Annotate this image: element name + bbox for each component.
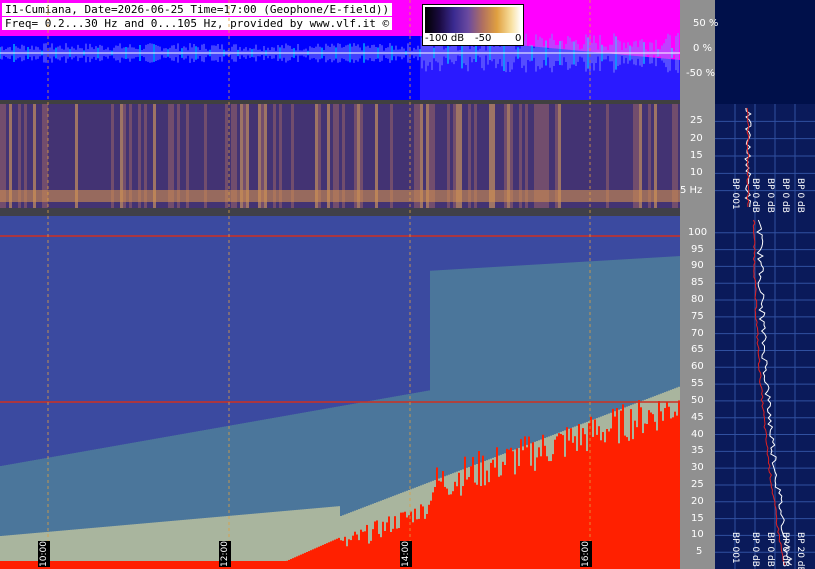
low-y-tick: 15 (690, 150, 703, 161)
high-y-tick: 25 (691, 478, 704, 490)
high-y-tick: 90 (691, 260, 704, 272)
time-tick-label: 10:00 (38, 541, 50, 567)
waveform-y-tick: 50 % (693, 18, 719, 29)
high-y-tick: 60 (691, 361, 704, 373)
high-y-tick: 30 (691, 462, 704, 474)
profile-label-high: BP 001 (730, 532, 740, 564)
profile-label-low: BP 001 (730, 178, 740, 210)
low-y-tick: 5 Hz (680, 184, 703, 196)
profile-label-high: BP 0 dB (750, 532, 760, 567)
profile-top-background (715, 0, 815, 104)
spectrogram-figure: I1-Cumiana, Date=2026-06-25 Time=17:00 (… (0, 0, 815, 569)
high-y-tick: 70 (691, 327, 704, 339)
high-y-tick: 35 (691, 445, 704, 457)
high-y-tick: 40 (691, 428, 704, 440)
waveform-y-tick: 0 % (693, 43, 713, 54)
profile-panel (715, 0, 815, 569)
time-tick-label: 14:00 (400, 541, 412, 567)
profile-label-high: BP 0 dB (765, 532, 775, 567)
high-y-tick: 15 (691, 512, 704, 524)
high-y-tick: 45 (691, 411, 704, 423)
high-y-tick: 80 (691, 294, 704, 306)
waveform-y-tick: -50 % (686, 68, 716, 79)
profile-label-low: BP 0 dB (795, 178, 805, 213)
low-y-tick: 10 (690, 167, 703, 179)
profile-label-low: BP 0 dB (765, 178, 775, 213)
low-y-tick: 20 (690, 132, 703, 144)
low-y-tick: 25 (690, 115, 703, 127)
high-y-tick: 100 (688, 226, 708, 238)
high-y-tick: 75 (691, 310, 704, 322)
time-tick-label: 16:00 (580, 541, 592, 567)
high-y-tick: 20 (691, 495, 704, 507)
profile-label-low: BP 0 dB (750, 178, 760, 213)
high-y-tick: 85 (691, 277, 704, 289)
time-gridlines (47, 0, 591, 569)
profile-label-high: BP 0 dB (780, 532, 790, 567)
time-tick-label: 12:00 (219, 541, 231, 567)
profile-label-high: BP 20 dB (795, 532, 805, 569)
high-y-tick: 10 (691, 529, 704, 541)
high-y-tick: 5 (696, 546, 703, 558)
high-y-tick: 50 (691, 394, 704, 406)
high-y-tick: 65 (691, 344, 704, 356)
high-y-tick: 95 (691, 243, 704, 255)
profile-label-low: BP 0 dB (780, 178, 790, 213)
high-y-tick: 55 (691, 378, 704, 390)
